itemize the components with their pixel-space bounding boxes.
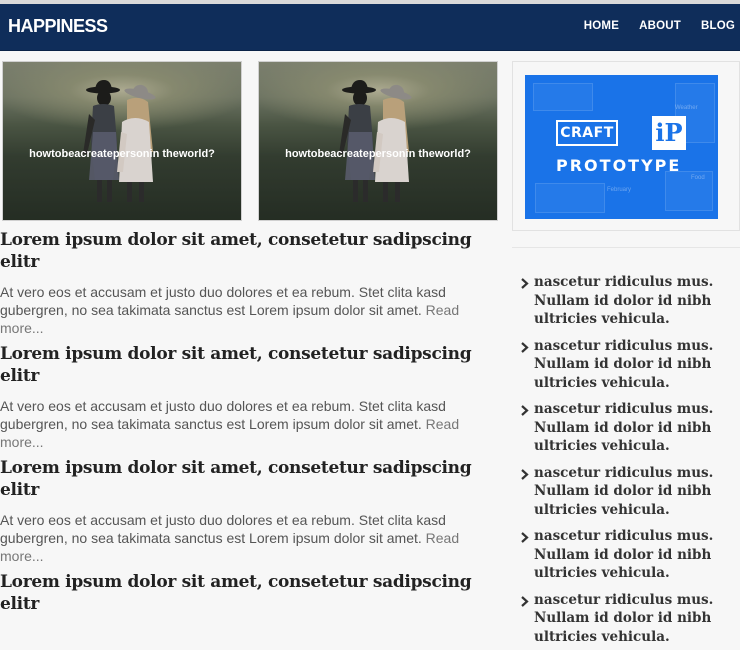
sidebar-link[interactable]: nascetur ridiculus mus. Nullam id dolor … (534, 400, 740, 456)
sidebar-divider (512, 247, 740, 248)
sidebar: CRAFT iP PROTOTYPE February Food Weather… (512, 61, 740, 650)
post: Lorem ipsum dolor sit amet, consetetur s… (0, 457, 500, 565)
nav-blog[interactable]: BLOG (701, 20, 735, 32)
sidebar-link-item[interactable]: nascetur ridiculus mus. Nullam id dolor … (520, 527, 740, 583)
post-title[interactable]: Lorem ipsum dolor sit amet, consetetur s… (0, 343, 500, 387)
ad-small-text: Food (691, 175, 705, 181)
sidebar-link-item[interactable]: nascetur ridiculus mus. Nullam id dolor … (520, 591, 740, 647)
sidebar-link[interactable]: nascetur ridiculus mus. Nullam id dolor … (534, 337, 740, 393)
featured-card[interactable]: howtobeacreatepersonin theworld? (2, 61, 242, 221)
ad-small-text: Weather (675, 105, 698, 111)
post-excerpt-text: At vero eos et accusam et justo duo dolo… (0, 512, 446, 546)
ad-bg-shape (665, 171, 713, 211)
chevron-right-icon (520, 337, 532, 393)
featured-caption: howtobeacreatepersonin theworld? (285, 148, 471, 160)
ad-container: CRAFT iP PROTOTYPE February Food Weather (512, 61, 740, 231)
sidebar-link-item[interactable]: nascetur ridiculus mus. Nullam id dolor … (520, 337, 740, 393)
chevron-right-icon (520, 527, 532, 583)
post: Lorem ipsum dolor sit amet, consetetur s… (0, 229, 500, 337)
post-list: Lorem ipsum dolor sit amet, consetetur s… (0, 229, 500, 621)
sidebar-link[interactable]: nascetur ridiculus mus. Nullam id dolor … (534, 273, 740, 329)
main-nav: HOME ABOUT BLOG (564, 20, 735, 32)
post-title[interactable]: Lorem ipsum dolor sit amet, consetetur s… (0, 457, 500, 501)
ad-banner[interactable]: CRAFT iP PROTOTYPE February Food Weather (525, 75, 718, 219)
chevron-right-icon (520, 591, 532, 647)
sidebar-link-list: nascetur ridiculus mus. Nullam id dolor … (512, 273, 740, 646)
ad-bg-shape (535, 183, 605, 213)
post-excerpt-text: At vero eos et accusam et justo duo dolo… (0, 398, 446, 432)
post: Lorem ipsum dolor sit amet, consetetur s… (0, 343, 500, 451)
navbar: HAPPINESS HOME ABOUT BLOG (0, 4, 740, 51)
brand-logo[interactable]: HAPPINESS (8, 16, 108, 37)
ad-product-name: PROTOTYPE (556, 156, 682, 175)
post-excerpt: At vero eos et accusam et justo duo dolo… (0, 397, 500, 451)
chevron-right-icon (520, 464, 532, 520)
ad-bg-shape (533, 83, 593, 111)
post-title[interactable]: Lorem ipsum dolor sit amet, consetetur s… (0, 571, 500, 615)
chevron-right-icon (520, 400, 532, 456)
sidebar-link[interactable]: nascetur ridiculus mus. Nullam id dolor … (534, 591, 740, 647)
post-title[interactable]: Lorem ipsum dolor sit amet, consetetur s… (0, 229, 500, 273)
post-excerpt: At vero eos et accusam et justo duo dolo… (0, 283, 500, 337)
ad-craft-box: CRAFT (556, 120, 618, 146)
nav-home[interactable]: HOME (584, 20, 619, 32)
chevron-right-icon (520, 273, 532, 329)
nav-about[interactable]: ABOUT (639, 20, 681, 32)
ad-small-text: February (607, 187, 632, 193)
featured-caption: howtobeacreatepersonin theworld? (29, 148, 215, 160)
sidebar-link[interactable]: nascetur ridiculus mus. Nullam id dolor … (534, 527, 740, 583)
featured-card[interactable]: howtobeacreatepersonin theworld? (258, 61, 498, 221)
sidebar-link-item[interactable]: nascetur ridiculus mus. Nullam id dolor … (520, 273, 740, 329)
sidebar-link[interactable]: nascetur ridiculus mus. Nullam id dolor … (534, 464, 740, 520)
post-excerpt: At vero eos et accusam et justo duo dolo… (0, 511, 500, 565)
post-excerpt-text: At vero eos et accusam et justo duo dolo… (0, 284, 446, 318)
ad-logo-icon: iP (652, 116, 686, 150)
sidebar-link-item[interactable]: nascetur ridiculus mus. Nullam id dolor … (520, 464, 740, 520)
sidebar-link-item[interactable]: nascetur ridiculus mus. Nullam id dolor … (520, 400, 740, 456)
post: Lorem ipsum dolor sit amet, consetetur s… (0, 571, 500, 615)
